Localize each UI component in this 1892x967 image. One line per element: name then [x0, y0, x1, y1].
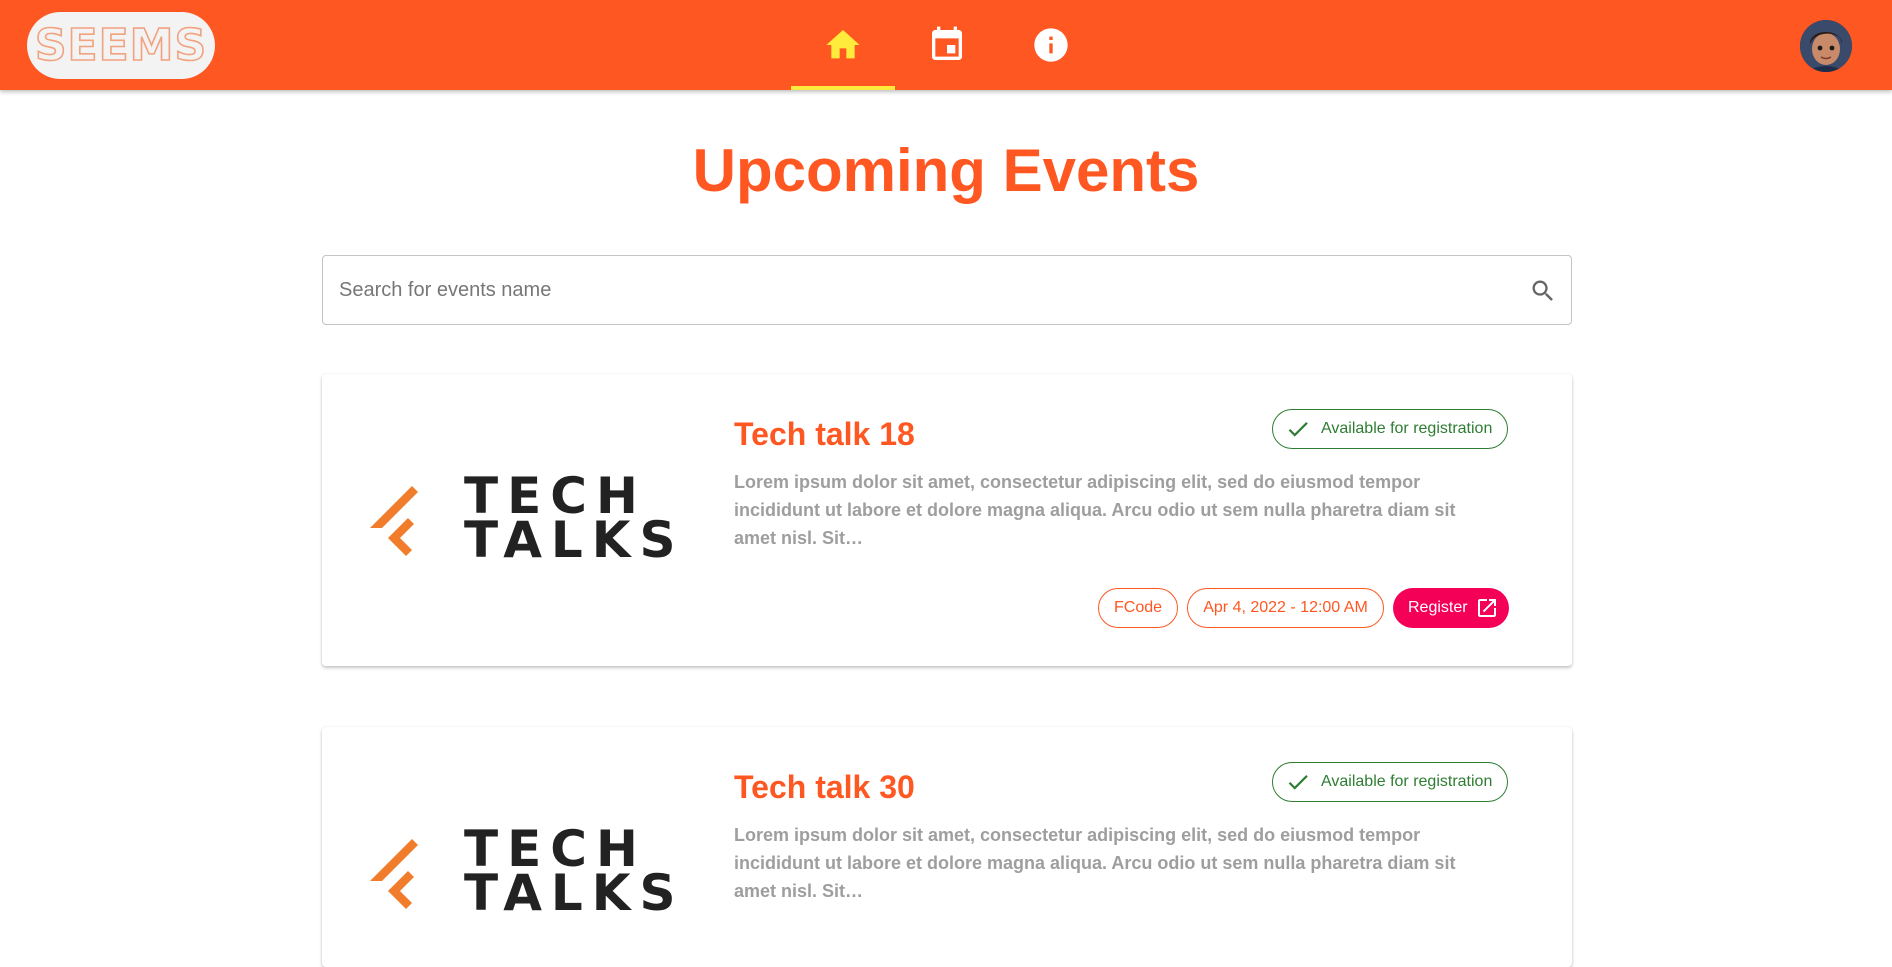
logo-text-line2: TALKS	[464, 864, 685, 922]
tech-talks-chevron-icon	[370, 486, 418, 556]
search-icon[interactable]	[1529, 277, 1557, 305]
date-label: Apr 4, 2022 - 12:00 AM	[1203, 599, 1368, 616]
info-icon	[1034, 28, 1068, 62]
user-avatar-image	[1800, 20, 1852, 72]
nav-tab-home[interactable]	[791, 0, 895, 90]
app-bar: SEEMS	[0, 0, 1892, 90]
user-avatar[interactable]	[1800, 20, 1852, 72]
app-logo-text: SEEMS	[34, 19, 208, 72]
check-icon	[1288, 422, 1308, 437]
status-label: Available for registration	[1321, 773, 1493, 790]
search-input[interactable]	[339, 256, 1499, 324]
event-logo-text: TECH TALKS	[464, 471, 685, 569]
event-title[interactable]: Tech talk 18	[734, 416, 915, 453]
calendar-icon	[932, 26, 962, 61]
nav-tab-about[interactable]	[999, 0, 1103, 90]
page-title: Upcoming Events	[692, 137, 1200, 204]
register-label: Register	[1408, 599, 1468, 616]
check-icon	[1288, 775, 1308, 790]
event-logo: TECH TALKS	[366, 471, 676, 565]
app-logo[interactable]: SEEMS	[27, 12, 215, 79]
status-label: Available for registration	[1321, 420, 1493, 437]
event-card: TECH TALKS Tech talk 30 Available for re…	[322, 727, 1572, 967]
search-box	[322, 255, 1572, 325]
date-chip: Apr 4, 2022 - 12:00 AM	[1187, 588, 1384, 628]
event-description: Lorem ipsum dolor sit amet, consectetur …	[734, 825, 1456, 901]
status-badge: Available for registration	[1272, 409, 1508, 449]
event-logo-text: TECH TALKS	[464, 824, 685, 922]
organizer-chip: FCode	[1098, 588, 1178, 628]
event-description: Lorem ipsum dolor sit amet, consectetur …	[734, 472, 1456, 548]
open-in-new-icon	[1478, 599, 1496, 617]
event-title[interactable]: Tech talk 30	[734, 769, 915, 806]
organizer-label: FCode	[1113, 599, 1163, 616]
home-icon	[826, 30, 860, 59]
event-logo: TECH TALKS	[366, 824, 676, 918]
logo-text-line2: TALKS	[464, 511, 685, 569]
nav-tab-events[interactable]	[895, 0, 999, 90]
register-button[interactable]: Register	[1393, 588, 1509, 628]
status-badge: Available for registration	[1272, 762, 1508, 802]
event-card: TECH TALKS Tech talk 18 Available for re…	[322, 374, 1572, 666]
tech-talks-chevron-icon	[370, 839, 418, 909]
